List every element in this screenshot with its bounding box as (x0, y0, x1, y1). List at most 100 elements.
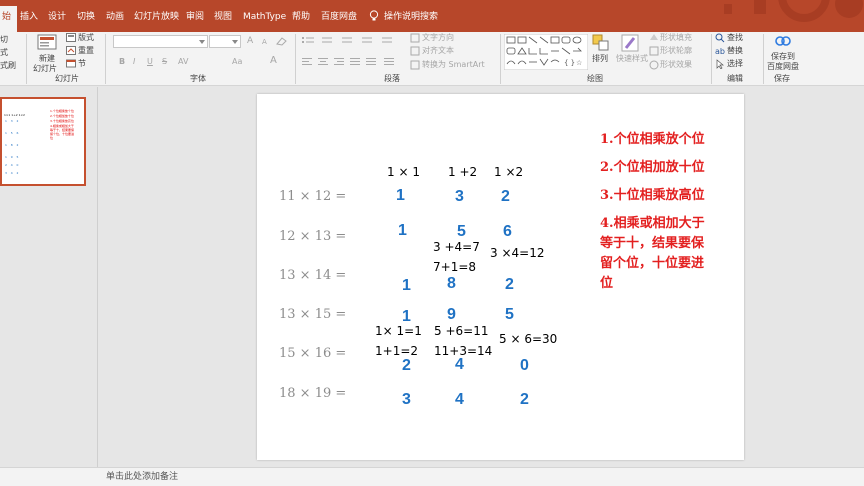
header-note-multiply: 1 × 1 (387, 165, 420, 179)
new-slide-icon (37, 34, 57, 50)
layout-button[interactable]: 版式 (78, 33, 94, 43)
find-icon (715, 33, 725, 43)
quick-styles-icon (621, 34, 639, 52)
notes-pane[interactable]: 单击此处添加备注 (0, 467, 864, 486)
para-small-icons (410, 33, 420, 70)
tab-review[interactable]: 审阅 (186, 10, 204, 24)
font-name-combo[interactable] (113, 35, 208, 48)
work-note: 1× 1=1 (375, 324, 422, 338)
tab-slideshow[interactable]: 幻灯片放映 (134, 10, 179, 24)
tab-home[interactable]: 始 (0, 6, 18, 32)
equation-6: 18 × 19 = (279, 386, 347, 401)
answer-digit: 8 (447, 275, 456, 292)
answer-digit: 2 (402, 357, 411, 374)
ribbon-tab-bar: 始 插入 设计 切换 动画 幻灯片放映 审阅 视图 MathType 帮助 百度… (0, 0, 864, 32)
group-separator (763, 34, 764, 84)
group-separator (26, 34, 27, 84)
shapes-gallery[interactable]: { } ☆ (504, 34, 588, 70)
font-size-combo[interactable] (209, 35, 241, 48)
section-button[interactable]: 节 (78, 59, 86, 69)
tab-design[interactable]: 设计 (48, 10, 66, 24)
thumb-rule: 3.十位相乘放高位 (50, 119, 74, 123)
thumb-rule: 1.个位相乘放个位 (50, 109, 74, 113)
answer-digit: 5 (457, 223, 466, 240)
shape-format-icons (649, 34, 659, 70)
underline-button[interactable]: U (147, 57, 153, 67)
answer-digit: 2 (501, 188, 510, 205)
tab-transitions[interactable]: 切换 (77, 10, 95, 24)
thumb-digit-row: 1 9 5 (5, 155, 19, 159)
work-note: 1+1=2 (375, 344, 419, 358)
answer-digit: 2 (520, 391, 529, 408)
work-note: 3 ×4=12 (490, 246, 545, 260)
select-button[interactable]: 选择 (727, 59, 743, 69)
smartart-button[interactable]: 转换为 SmartArt (422, 60, 485, 70)
bold-button[interactable]: B (119, 57, 125, 67)
answer-digit: 5 (505, 306, 514, 323)
tab-insert[interactable]: 插入 (20, 10, 38, 24)
equation-2: 12 × 13 = (279, 229, 347, 244)
replace-icon: ab (715, 47, 725, 56)
clipboard-cut[interactable]: 切 (0, 35, 8, 45)
lightbulb-icon (369, 10, 379, 21)
clear-format-icon[interactable] (276, 36, 287, 46)
italic-button[interactable]: I (133, 57, 135, 67)
rule-3: 3.十位相乘放高位 (600, 188, 705, 203)
thumb-digit-row: 1 3 2 (5, 119, 19, 123)
answer-digit: 2 (505, 276, 514, 293)
slide[interactable]: 11 × 12 = 12 × 13 = 13 × 14 = 13 × 15 = … (257, 94, 744, 460)
new-slide-button[interactable]: 新建 (39, 54, 55, 64)
save-baidu-label[interactable]: 百度网盘 (767, 62, 799, 72)
editing-group-label: 编辑 (727, 74, 743, 83)
rule-1: 1.个位相乘放个位 (600, 132, 705, 147)
thumb-rule: 2.个位相加放十位 (50, 114, 74, 118)
rule-2: 2.个位相加放十位 (600, 160, 705, 175)
notes-placeholder[interactable]: 单击此处添加备注 (106, 472, 178, 483)
reset-button[interactable]: 重置 (78, 46, 94, 56)
change-case-button[interactable]: Aa (232, 57, 242, 67)
reset-icon (66, 46, 76, 55)
rule-4-line-3: 留个位，十位要进 (600, 256, 705, 271)
baidu-cloud-icon (775, 36, 791, 46)
clipboard-copy[interactable]: 式 (0, 48, 8, 58)
align-text-button[interactable]: 对齐文本 (422, 46, 454, 56)
new-slide-sub[interactable]: 幻灯片 (33, 64, 57, 74)
text-direction-button[interactable]: 文字方向 (422, 33, 454, 43)
align-icons[interactable] (302, 57, 402, 67)
find-button[interactable]: 查找 (727, 33, 743, 43)
strikethrough-button[interactable]: S (162, 57, 167, 67)
rule-4: 4.相乘或相加大于 (600, 216, 705, 231)
group-separator (500, 34, 501, 84)
answer-digit: 6 (503, 223, 512, 240)
font-color-button[interactable]: A (270, 56, 277, 66)
list-icons[interactable] (302, 36, 402, 46)
arrange-button[interactable]: 排列 (592, 54, 608, 64)
answer-digit: 4 (455, 356, 464, 373)
replace-button[interactable]: 替换 (727, 46, 743, 56)
quick-styles-button[interactable]: 快速样式 (616, 54, 648, 64)
group-separator (105, 34, 106, 84)
rule-4-line-4: 位 (600, 276, 614, 291)
thumb-digit-row: 2 4 0 (5, 163, 19, 167)
tab-animations[interactable]: 动画 (106, 10, 124, 24)
tab-help[interactable]: 帮助 (292, 10, 310, 24)
save-to-button[interactable]: 保存到 (771, 52, 795, 62)
drawing-group-label: 绘图 (587, 74, 603, 83)
shape-fill-button[interactable]: 形状填充 (660, 33, 692, 43)
shape-outline-button[interactable]: 形状轮廓 (660, 46, 692, 56)
shape-effects-button[interactable]: 形状效果 (660, 60, 692, 70)
slide-thumbnail-panel[interactable]: 1×1 1+2 1×2 1 3 2 1 5 6 1 8 2 1 9 5 2 4 … (0, 87, 98, 467)
tab-baidu[interactable]: 百度网盘 (321, 10, 357, 24)
grow-font-button[interactable]: A (247, 36, 253, 46)
clipboard-format-painter[interactable]: 式刷 (0, 61, 16, 71)
answer-digit: 3 (455, 188, 464, 205)
tab-mathtype[interactable]: MathType (243, 10, 286, 24)
slide-thumbnail[interactable]: 1×1 1+2 1×2 1 3 2 1 5 6 1 8 2 1 9 5 2 4 … (0, 97, 86, 186)
thumb-header-line: 1×1 1+2 1×2 (4, 113, 25, 117)
tell-me-search[interactable]: 操作说明搜索 (384, 10, 438, 24)
shrink-font-button[interactable]: A (262, 37, 267, 47)
tab-view[interactable]: 视图 (214, 10, 232, 24)
char-spacing-button[interactable]: AV (178, 57, 188, 67)
group-separator (711, 34, 712, 84)
answer-digit: 1 (398, 222, 407, 239)
